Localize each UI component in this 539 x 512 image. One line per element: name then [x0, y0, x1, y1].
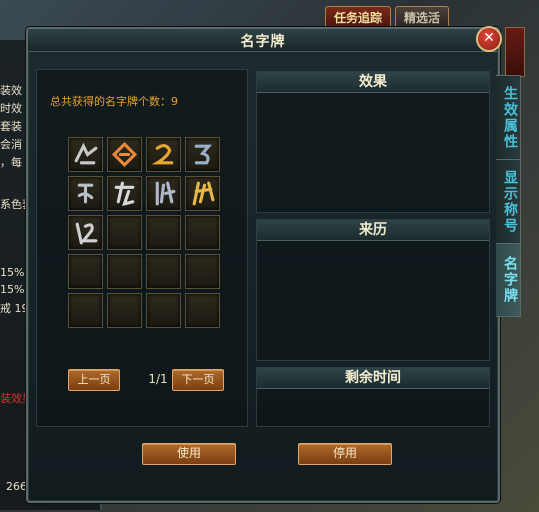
use-button[interactable]: 使用	[142, 443, 236, 465]
empty-badge-slot[interactable]	[107, 215, 142, 250]
remaining-time-panel: 剩余时间	[256, 367, 490, 427]
empty-badge-slot[interactable]	[185, 215, 220, 250]
empty-badge-slot[interactable]	[185, 293, 220, 328]
name-badge-dialog: 名字牌 ✕ 总共获得的名字牌个数：9 上一页 1/1 下一页 效果 来历 剩余时…	[26, 26, 502, 503]
task-tracking-tab[interactable]: 任务追踪	[325, 6, 392, 28]
bg-text: 套装	[0, 120, 22, 133]
dialog-title-bar[interactable]: 名字牌	[28, 29, 498, 52]
dialog-title: 名字牌	[240, 34, 286, 50]
empty-badge-slot[interactable]	[146, 254, 181, 289]
top-task-bar: 任务追踪 精选活	[325, 6, 485, 28]
name-badge-4-icon	[194, 144, 213, 165]
badge-slot[interactable]	[185, 137, 220, 172]
badge-slot[interactable]	[146, 137, 181, 172]
next-page-button[interactable]: 下一页	[172, 369, 224, 391]
name-badge-9-icon	[75, 222, 98, 245]
bg-text: 时效	[0, 102, 22, 115]
bg-text: 会消	[0, 138, 22, 151]
badge-slot[interactable]	[68, 176, 103, 211]
badge-slot[interactable]	[68, 137, 103, 172]
badge-slot[interactable]	[107, 137, 142, 172]
side-decoration	[505, 27, 525, 77]
close-icon[interactable]: ✕	[476, 26, 502, 52]
name-badge-8-icon	[192, 181, 215, 206]
bg-text: 15%	[0, 283, 25, 296]
bg-text: 15%	[0, 266, 25, 279]
badge-count-label: 总共获得的名字牌个数：9	[50, 95, 178, 108]
featured-activity-tab[interactable]: 精选活	[395, 6, 450, 28]
empty-badge-slot[interactable]	[146, 293, 181, 328]
empty-badge-slot[interactable]	[68, 293, 103, 328]
remaining-time-title: 剩余时间	[257, 368, 489, 389]
badge-slot[interactable]	[107, 176, 142, 211]
empty-badge-slot[interactable]	[107, 254, 142, 289]
empty-badge-slot[interactable]	[185, 254, 220, 289]
pager: 上一页 1/1 下一页	[68, 369, 224, 391]
name-badge-7-icon	[155, 181, 176, 206]
bg-text: ，每	[0, 156, 22, 169]
origin-title: 来历	[257, 220, 489, 241]
name-badge-2-icon	[111, 141, 138, 168]
name-badge-1-icon	[74, 142, 98, 165]
empty-badge-slot[interactable]	[68, 254, 103, 289]
tab-display-title[interactable]: 显示称号	[496, 159, 521, 245]
empty-badge-slot[interactable]	[107, 293, 142, 328]
bg-text: 装效	[0, 84, 22, 97]
effect-panel: 效果	[256, 71, 490, 213]
badge-slot[interactable]	[68, 215, 103, 250]
badge-slot[interactable]	[185, 176, 220, 211]
badge-grid	[68, 137, 220, 328]
side-tabs: 生效属性 显示称号 名字牌	[496, 75, 522, 317]
name-badge-3-icon	[151, 144, 174, 165]
empty-badge-slot[interactable]	[146, 215, 181, 250]
bg-text: 戒 19	[0, 302, 29, 315]
name-badge-6-icon	[114, 181, 135, 207]
prev-page-button[interactable]: 上一页	[68, 369, 120, 391]
badge-slot[interactable]	[146, 176, 181, 211]
effect-title: 效果	[257, 72, 489, 93]
name-badge-5-icon	[77, 183, 94, 204]
tab-name-badge[interactable]: 名字牌	[496, 243, 521, 317]
origin-panel: 来历	[256, 219, 490, 361]
tab-effective-attributes[interactable]: 生效属性	[496, 75, 521, 161]
disable-button[interactable]: 停用	[298, 443, 392, 465]
